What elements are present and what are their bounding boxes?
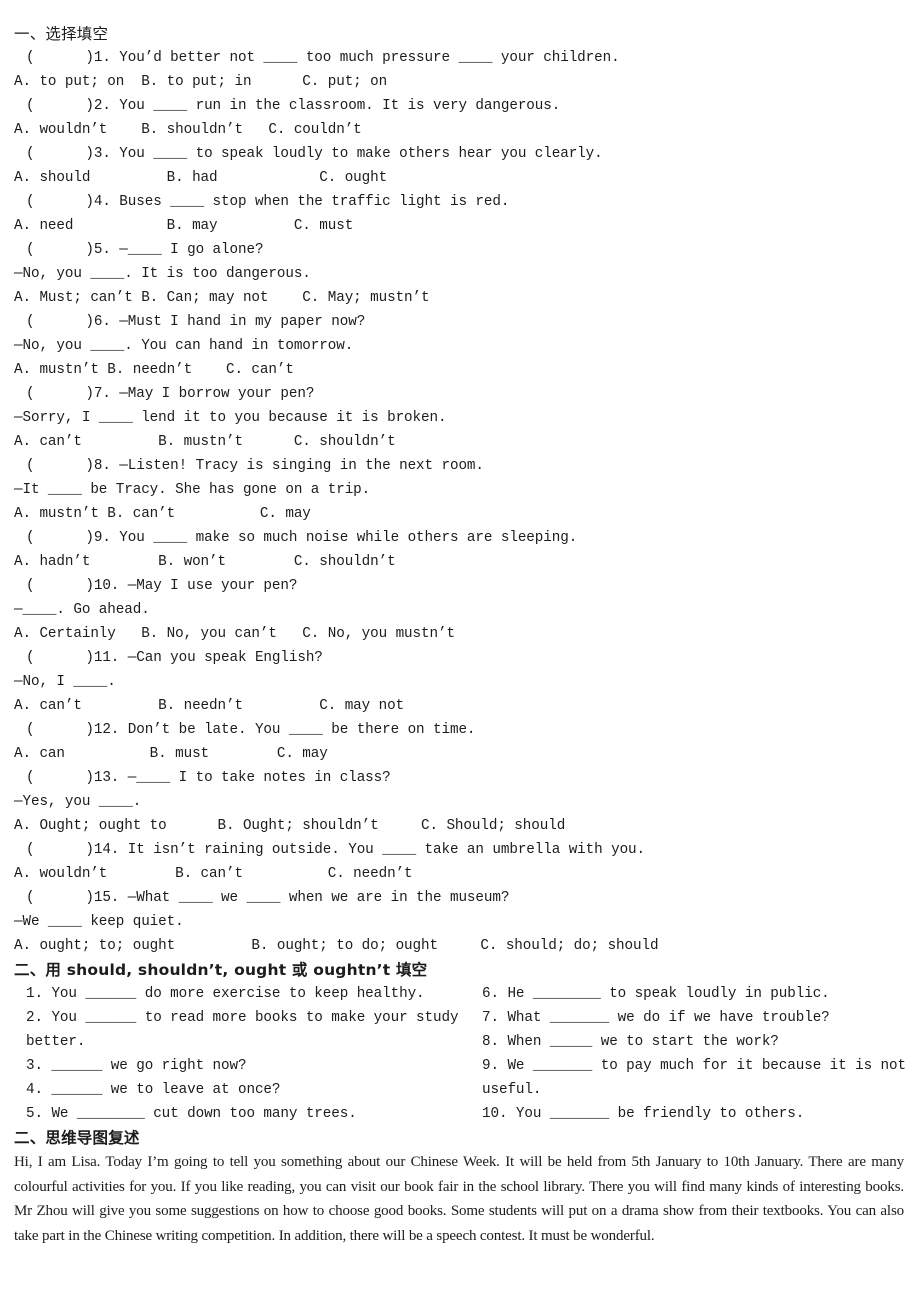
exercise-line-question: ( )9. You ____ make so much noise while … (26, 530, 578, 546)
exercise-line-question: ( )2. You ____ run in the classroom. It … (26, 98, 561, 114)
exercise-line-options: A. can’t B. needn’t C. may not (14, 698, 405, 714)
exercise-line-dialogue: —We ____ keep quiet. (14, 914, 184, 930)
fill-in-item: 2. You ______ to read more books to make… (26, 1010, 467, 1050)
exercise-line-question: ( )12. Don’t be late. You ____ be there … (26, 722, 476, 738)
exercise-line-options: A. hadn’t B. won’t C. shouldn’t (14, 554, 396, 570)
exercise-line-dialogue: —No, I ____. (14, 674, 116, 690)
exercise-line-dialogue: —No, you ____. It is too dangerous. (14, 266, 311, 282)
fill-in-item: 6. He ________ to speak loudly in public… (482, 986, 830, 1002)
fill-in-item: 10. You _______ be friendly to others. (482, 1106, 805, 1122)
worksheet-content: 一、选择填空 ( )1. You’d better not ____ too m… (0, 0, 920, 1150)
exercise-line-options: A. mustn’t B. can’t C. may (14, 506, 311, 522)
exercise-line-question: ( )1. You’d better not ____ too much pre… (26, 50, 620, 66)
fill-in-item: 9. We _______ to pay much for it because… (482, 1058, 915, 1098)
exercise-line-dialogue: —No, you ____. You can hand in tomorrow. (14, 338, 354, 354)
section-two-columns: 1. You ______ do more exercise to keep h… (14, 982, 906, 1126)
exercise-line-question: ( )4. Buses ____ stop when the traffic l… (26, 194, 510, 210)
fill-in-item: 7. What _______ we do if we have trouble… (482, 1010, 830, 1026)
exercise-line-options: A. can’t B. mustn’t C. shouldn’t (14, 434, 396, 450)
exercise-line-dialogue: —Sorry, I ____ lend it to you because it… (14, 410, 447, 426)
exercise-line-dialogue: —____. Go ahead. (14, 602, 150, 618)
exercise-line-question: ( )7. —May I borrow your pen? (26, 386, 315, 402)
section-three-passage: Hi, I am Lisa. Today I’m going to tell y… (14, 1154, 904, 1244)
exercise-line-options: A. wouldn’t B. can’t C. needn’t (14, 866, 413, 882)
exercise-line-options: A. Must; can’t B. Can; may not C. May; m… (14, 290, 430, 306)
exercise-line-question: ( )6. —Must I hand in my paper now? (26, 314, 366, 330)
exercise-line-options: A. to put; on B. to put; in C. put; on (14, 74, 388, 90)
exercise-line-options: A. can B. must C. may (14, 746, 328, 762)
section-three-heading: 二、思维导图复述 (14, 1129, 140, 1147)
exercise-line-question: ( )13. —____ I to take notes in class? (26, 770, 391, 786)
exercise-line-question: ( )3. You ____ to speak loudly to make o… (26, 146, 603, 162)
exercise-line-options: A. need B. may C. must (14, 218, 354, 234)
exercise-line-dialogue: —Yes, you ____. (14, 794, 142, 810)
exercise-line-question: ( )8. —Listen! Tracy is singing in the n… (26, 458, 484, 474)
exercise-line-options: A. should B. had C. ought (14, 170, 388, 186)
exercise-line-options: A. Ought; ought to B. Ought; shouldn’t C… (14, 818, 566, 834)
fill-in-item: 5. We ________ cut down too many trees. (26, 1106, 357, 1122)
worksheet-page: 一、选择填空 ( )1. You’d better not ____ too m… (0, 0, 920, 1302)
exercise-line-question: ( )10. —May I use your pen? (26, 578, 298, 594)
section-two-right-column: 6. He ________ to speak loudly in public… (482, 982, 912, 1126)
exercise-line-dialogue: —It ____ be Tracy. She has gone on a tri… (14, 482, 371, 498)
section-one-heading: 一、选择填空 (14, 25, 109, 43)
exercise-line-question: ( )14. It isn’t raining outside. You ___… (26, 842, 646, 858)
fill-in-item: 8. When _____ we to start the work? (482, 1034, 779, 1050)
exercise-line-options: A. ought; to; ought B. ought; to do; oug… (14, 938, 659, 954)
exercise-line-options: A. Certainly B. No, you can’t C. No, you… (14, 626, 455, 642)
exercise-line-question: ( )5. —____ I go alone? (26, 242, 264, 258)
exercise-line-options: A. mustn’t B. needn’t C. can’t (14, 362, 294, 378)
exercise-line-question: ( )11. —Can you speak English? (26, 650, 323, 666)
section-one-lines: ( )1. You’d better not ____ too much pre… (14, 46, 906, 958)
section-two-left-column: 1. You ______ do more exercise to keep h… (26, 982, 466, 1126)
fill-in-item: 1. You ______ do more exercise to keep h… (26, 986, 425, 1002)
exercise-line-options: A. wouldn’t B. shouldn’t C. couldn’t (14, 122, 362, 138)
fill-in-item: 3. ______ we go right now? (26, 1058, 247, 1074)
exercise-line-question: ( )15. —What ____ we ____ when we are in… (26, 890, 510, 906)
section-two-heading: 二、用 should, shouldn’t, ought 或 oughtn’t … (14, 961, 428, 979)
fill-in-item: 4. ______ we to leave at once? (26, 1082, 281, 1098)
